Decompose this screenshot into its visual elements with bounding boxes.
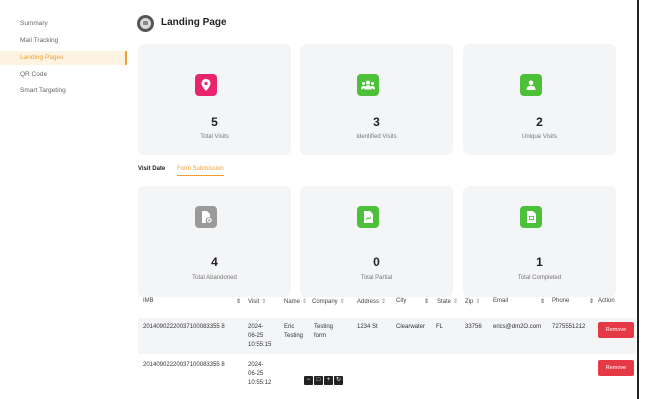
total-abandoned-label: Total Abandoned [192,275,237,281]
unique-visits-label: Unique Visits [522,134,557,140]
sort-icon[interactable]: ⇕ [424,298,429,305]
location-pin-icon [195,74,217,96]
file-partial-icon [357,206,379,228]
file-completed-icon [520,206,542,228]
total-abandoned-value: 4 [211,255,218,269]
sort-icon[interactable]: ⇕ [589,298,594,305]
column-header-phone[interactable]: Phone [552,298,569,304]
table-row: 20140902220037100083355 8 2024- 06-25 10:5… [138,356,636,386]
cell-zip: 33756 [465,324,482,330]
table-row: 20140902220037100083355 8 2024- 06-25 10:5… [138,318,636,354]
cell-address: 1234 St [357,324,378,330]
total-partial-label: Total Partial [360,275,393,281]
column-header-zip[interactable]: Zip ⇕ [465,298,480,305]
tab-visit-date[interactable]: Visit Date [138,166,165,172]
stat-card-total-abandoned: 4 Total Abandoned [138,186,291,297]
file-cancel-icon [195,206,217,228]
sidebar-item-smart-targeting[interactable]: Smart Targeting [0,84,127,98]
column-header-city[interactable]: City [396,298,406,304]
page-title: Landing Page [161,17,227,28]
cell-state: FL [436,324,444,330]
total-visits-label: Total Visits [200,134,229,140]
cell-email: erics@dm2O.com [493,324,542,330]
cell-imb: 20140902220037100083355 8 [143,324,225,330]
remove-button[interactable]: Remove [598,360,634,376]
cell-visit: 2024- 06-25 10:55:15 [248,324,272,348]
stat-card-total-partial: 0 Total Partial [300,186,453,297]
square-icon[interactable]: □ [314,376,323,385]
sort-icon: ⇕ [302,299,308,305]
sort-icon: ⇕ [381,299,387,305]
column-header-state[interactable]: State ⇕ [437,298,458,305]
sort-icon: ⇕ [339,299,345,305]
landing-page-icon [137,15,154,32]
sidebar-item-mail-tracking[interactable]: Mail Tracking [0,34,127,48]
refresh-icon[interactable]: ↻ [334,376,343,385]
sidebar-item-landing-pages[interactable]: Landing Pages [0,51,127,65]
unique-visits-value: 2 [536,115,543,129]
remove-button[interactable]: Remove [598,322,634,338]
tab-form-submission[interactable]: Form Submission [177,166,224,176]
cell-company: Testing form [314,324,334,339]
total-completed-label: Total Completed [517,275,562,281]
identified-visits-value: 3 [373,115,380,129]
identified-visits-label: Identified Visits [356,134,397,140]
sort-icon: ⇕ [261,299,267,305]
sidebar-item-summary[interactable]: Summary [0,17,127,31]
sort-icon[interactable]: ⇕ [540,298,545,305]
sidebar: Summary Mail Tracking Landing Pages QR C… [0,0,127,399]
cell-visit: 2024- 06-25 10:55:12 [248,362,272,386]
column-header-company[interactable]: Company ⇕ [312,298,345,305]
sort-icon: ⇕ [453,299,459,305]
cell-phone: 7275551212 [552,324,586,330]
total-visits-value: 5 [211,115,218,129]
plus-icon[interactable]: + [324,376,333,385]
sidebar-item-qr-code[interactable]: QR Code [0,68,127,82]
column-header-name[interactable]: Name ⇕ [284,298,307,305]
floating-toolbar: − □ + ↻ [304,376,343,385]
users-group-icon [357,74,379,96]
stat-card-total-visits: 5 Total Visits [138,44,291,155]
cell-imb: 20140902220037100083355 8 [143,362,225,368]
cell-name: Eric Testing [284,324,304,339]
column-header-email[interactable]: Email [493,298,508,304]
column-header-address[interactable]: Address ⇕ [357,298,386,305]
stat-card-total-completed: 1 Total Completed [463,186,616,297]
minus-icon[interactable]: − [304,376,313,385]
column-header-visit[interactable]: Visit ⇕ [248,298,266,305]
sort-icon: ⇕ [475,299,481,305]
sort-icon[interactable]: ⇕ [236,298,241,305]
window-edge-divider [637,0,639,399]
cell-city: Clearwater [396,324,426,330]
stat-card-identified-visits: 3 Identified Visits [300,44,453,155]
column-header-action: Action [598,298,615,304]
column-header-imb[interactable]: IMB [143,298,154,304]
total-completed-value: 1 [536,255,543,269]
stat-card-unique-visits: 2 Unique Visits [463,44,616,155]
user-icon [520,74,542,96]
total-partial-value: 0 [373,255,380,269]
